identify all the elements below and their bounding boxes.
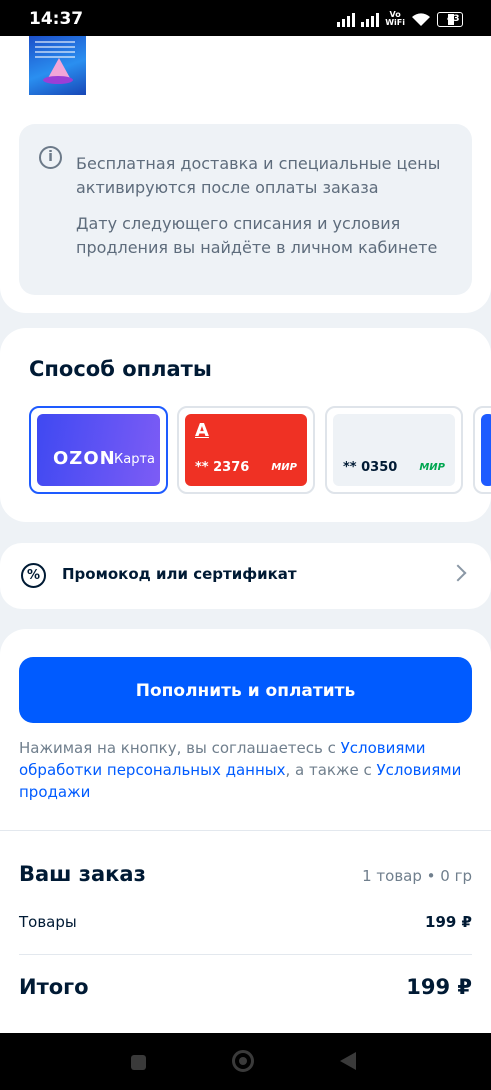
info-icon: i xyxy=(39,146,62,169)
pay-button[interactable]: Пополнить и оплатить xyxy=(19,657,472,723)
total-value: 199 ₽ xyxy=(406,975,472,999)
payment-method-title: Способ оплаты xyxy=(29,357,212,381)
status-icons: Vo WiFi 43 xyxy=(337,10,463,28)
product-thumbnail[interactable] xyxy=(29,36,86,95)
order-meta: 1 товар • 0 гр xyxy=(362,867,472,885)
wifi-icon xyxy=(412,12,430,26)
status-bar: 14:37 Vo WiFi 43 xyxy=(0,0,491,36)
discount-icon: % xyxy=(21,563,46,588)
recent-apps-icon[interactable] xyxy=(131,1055,146,1070)
divider xyxy=(0,830,491,831)
vowifi-label: Vo WiFi xyxy=(385,10,405,27)
payment-option-next[interactable] xyxy=(473,406,491,494)
divider xyxy=(19,954,472,955)
card-number: ** 2376 xyxy=(195,460,250,475)
items-label: Товары xyxy=(19,913,77,931)
promo-label[interactable]: Промокод или сертификат xyxy=(62,565,297,583)
terms-text: Нажимая на кнопку, вы соглашаетесь с Усл… xyxy=(19,739,462,801)
payment-option-alfa-card[interactable]: А ** 2376 МИР xyxy=(177,406,315,494)
signal-icon-2 xyxy=(361,12,380,27)
info-text-delivery: Бесплатная доставка и специальные цены а… xyxy=(76,154,441,197)
ozon-logo: OZON xyxy=(53,448,116,469)
status-time: 14:37 xyxy=(29,9,84,29)
alfa-bank-logo: А xyxy=(195,420,209,441)
card-number: ** 0350 xyxy=(343,460,398,475)
info-text-renewal: Дату следующего списания и условия продл… xyxy=(76,214,438,257)
info-notice: i Бесплатная доставка и специальные цены… xyxy=(19,124,472,295)
ozon-card-label: Карта xyxy=(114,452,155,467)
payment-option-ozon-card[interactable]: OZON Карта xyxy=(29,406,168,494)
home-icon[interactable] xyxy=(232,1050,254,1072)
battery-level: 43 xyxy=(447,14,460,24)
total-label: Итого xyxy=(19,975,89,999)
mir-logo: МИР xyxy=(271,462,297,473)
signal-icon xyxy=(337,12,356,27)
battery-icon: 43 xyxy=(437,11,463,27)
mir-logo: МИР xyxy=(419,462,445,473)
items-value: 199 ₽ xyxy=(425,913,472,931)
order-title: Ваш заказ xyxy=(19,862,146,886)
back-icon[interactable] xyxy=(340,1052,356,1070)
payment-option-card-0350[interactable]: ** 0350 МИР xyxy=(325,406,463,494)
